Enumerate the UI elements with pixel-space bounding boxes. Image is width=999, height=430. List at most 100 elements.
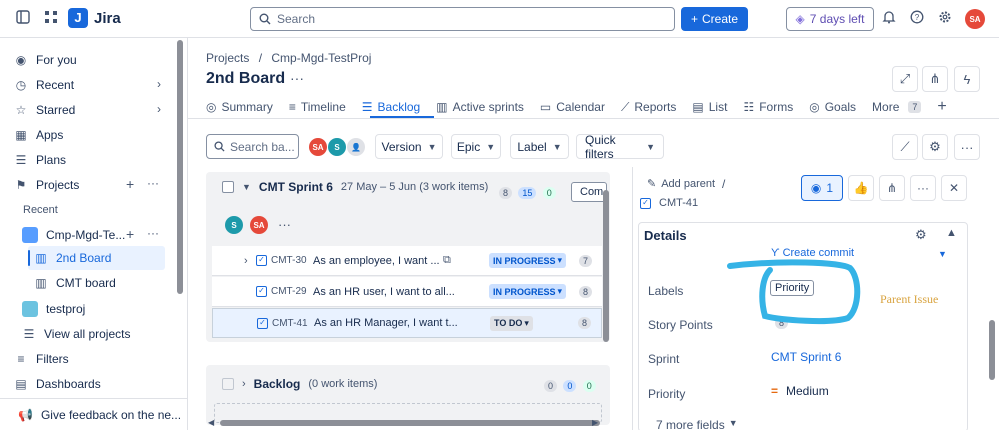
tab-summary[interactable]: ◎ Summary <box>206 96 273 118</box>
sidebar-item-plans[interactable]: ☰ Plans <box>14 150 66 170</box>
like-button[interactable]: 👍 <box>848 175 874 201</box>
chevron-right-icon[interactable]: › <box>242 378 246 390</box>
label-filter[interactable]: Label ▼ <box>510 134 569 159</box>
quick-filters[interactable]: Quick filters ▼ <box>576 133 664 161</box>
sprint-avatar-s[interactable]: S <box>225 216 243 234</box>
sidebar-item-starred[interactable]: ☆ Starred <box>14 100 76 120</box>
sidebar-item-projects[interactable]: ⚑ Projects <box>14 175 80 195</box>
scroll-left-arrow-icon[interactable]: ◀ <box>208 418 214 427</box>
tab-forms[interactable]: ☷ Forms <box>743 96 793 118</box>
help-icon[interactable]: ? <box>908 10 926 28</box>
breadcrumb-projects[interactable]: Projects <box>206 51 249 65</box>
add-board-icon[interactable]: + <box>126 226 134 242</box>
add-project-icon[interactable]: + <box>126 176 134 192</box>
table-row[interactable]: › ✓ CMT-30 As an employee, I want ... ⧉ … <box>212 246 602 276</box>
gear-icon[interactable] <box>936 10 954 28</box>
jira-logo[interactable]: J Jira <box>68 8 121 28</box>
sidebar-item-filters[interactable]: ≡ Filters <box>14 349 68 369</box>
filter-avatar-sa[interactable]: SA <box>309 138 327 156</box>
issue-more-button[interactable]: ··· <box>910 175 936 201</box>
status-lozenge[interactable]: TO DO ▾ <box>490 315 533 331</box>
more-fields-toggle[interactable]: 7 more fields ▼ <box>656 418 738 430</box>
detail-scrollbar[interactable] <box>989 320 995 380</box>
board-scrollbar[interactable] <box>603 190 609 342</box>
tab-backlog[interactable]: ☰ Backlog <box>362 96 420 118</box>
chevron-right-icon[interactable]: › <box>157 77 161 91</box>
breadcrumb-project[interactable]: Cmp-Mgd-TestProj <box>271 51 371 65</box>
tab-calendar[interactable]: ▭ Calendar <box>540 96 605 118</box>
unassigned-avatar[interactable]: 👤 <box>347 138 365 156</box>
share-issue-button[interactable]: ⋔ <box>879 175 905 201</box>
chevron-down-icon[interactable]: ▼ <box>242 182 251 192</box>
sidebar-item-apps[interactable]: ▦ Apps <box>14 125 63 145</box>
horizontal-scrollbar[interactable] <box>220 420 600 426</box>
more-icon[interactable]: ··· <box>147 176 159 190</box>
chevron-right-icon[interactable]: › <box>157 102 161 116</box>
backlog-panel: › Backlog (0 work items) 0 0 0 <box>206 365 610 425</box>
chevron-down-icon[interactable]: ▼ <box>938 249 947 259</box>
view-settings-button[interactable]: ⚙ <box>922 134 948 160</box>
tab-goals[interactable]: ◎ Goals <box>809 96 856 118</box>
chevron-up-icon[interactable]: ▲ <box>946 227 957 239</box>
expand-button[interactable]: ⤢ <box>892 66 918 92</box>
version-filter[interactable]: Version ▼ <box>375 134 443 159</box>
sprint-checkbox[interactable] <box>222 181 234 193</box>
bell-icon[interactable] <box>880 10 898 28</box>
scroll-right-arrow-icon[interactable]: ▶ <box>592 418 598 427</box>
watch-button[interactable]: ◉ 1 <box>801 175 843 201</box>
status-lozenge[interactable]: IN PROGRESS ▾ <box>489 284 567 299</box>
filter-avatar-s[interactable]: S <box>328 138 346 156</box>
add-parent-link[interactable]: ✎ Add parent <box>647 177 716 191</box>
global-search-input[interactable]: Search <box>250 7 675 31</box>
sidebar-project-testproj[interactable]: testproj <box>22 299 85 319</box>
tab-more[interactable]: More 7 <box>872 96 922 118</box>
issue-summary[interactable]: As an HR Manager, I want t... <box>314 317 490 329</box>
tab-timeline[interactable]: ≡ Timeline <box>289 96 346 118</box>
user-avatar[interactable]: SA <box>965 9 985 29</box>
add-tab-button[interactable]: + <box>937 96 946 118</box>
issue-key[interactable]: CMT-29 <box>271 286 313 297</box>
tab-reports[interactable]: ⟋ Reports <box>621 96 676 118</box>
sprint-more-icon[interactable]: ··· <box>278 217 291 232</box>
epic-filter[interactable]: Epic ▼ <box>451 134 501 159</box>
sidebar-board-cmt[interactable]: ▥ CMT board <box>34 273 115 293</box>
automation-button[interactable]: ϟ <box>954 66 980 92</box>
chevron-right-icon[interactable]: › <box>244 255 248 267</box>
add-parent-label: Add parent <box>661 177 716 190</box>
complete-sprint-button[interactable]: Com <box>571 182 607 202</box>
close-panel-button[interactable]: ✕ <box>941 175 967 201</box>
detail-issue-key[interactable]: ✓ CMT-41 <box>640 197 698 209</box>
table-row-selected[interactable]: ✓ CMT-41 As an HR Manager, I want t... T… <box>212 308 602 338</box>
configure-fields-icon[interactable]: ⚙ <box>915 227 927 243</box>
sidebar-board-2nd[interactable]: ▥ 2nd Board <box>34 248 111 268</box>
issue-key[interactable]: CMT-41 <box>272 318 314 329</box>
sidebar-scrollbar[interactable] <box>177 40 183 294</box>
issue-summary[interactable]: As an employee, I want ... <box>313 255 443 267</box>
sidebar-item-dashboards[interactable]: ▤ Dashboards <box>14 374 100 394</box>
priority-value[interactable]: = Medium <box>771 384 829 398</box>
more-actions-button[interactable]: ··· <box>954 134 980 160</box>
sidebar-item-recent[interactable]: ◷ Recent <box>14 75 74 95</box>
sprint-avatar-sa[interactable]: SA <box>250 216 268 234</box>
feedback-link[interactable]: 📢 Give feedback on the ne... <box>0 398 187 430</box>
view-all-projects-link[interactable]: ☰ View all projects <box>22 324 131 344</box>
trial-button[interactable]: ◈ 7 days left <box>786 7 874 31</box>
board-more-button[interactable]: ··· <box>290 70 304 86</box>
sidebar-project-item[interactable]: Cmp-Mgd-Te... <box>22 225 125 245</box>
sidebar-item-for-you[interactable]: ◉ For you <box>14 50 77 70</box>
tab-list[interactable]: ▤ List <box>692 96 727 118</box>
issue-summary[interactable]: As an HR user, I want to all... <box>313 286 489 298</box>
more-icon[interactable]: ··· <box>147 226 159 240</box>
table-row[interactable]: ✓ CMT-29 As an HR user, I want to all...… <box>212 277 602 307</box>
share-button[interactable]: ⋔ <box>922 66 948 92</box>
issue-key[interactable]: CMT-30 <box>271 255 313 266</box>
create-button[interactable]: + Create <box>681 7 748 31</box>
app-switcher-icon[interactable] <box>42 10 60 28</box>
sidebar-toggle-icon[interactable] <box>14 10 32 28</box>
insights-button[interactable]: ⟋ <box>892 134 918 160</box>
backlog-checkbox[interactable] <box>222 378 234 390</box>
sprint-value-link[interactable]: CMT Sprint 6 <box>771 350 841 364</box>
status-lozenge[interactable]: IN PROGRESS ▾ <box>489 253 567 268</box>
backlog-search-input[interactable]: Search ba... <box>206 134 299 159</box>
tab-active-sprints[interactable]: ▥ Active sprints <box>436 96 524 118</box>
